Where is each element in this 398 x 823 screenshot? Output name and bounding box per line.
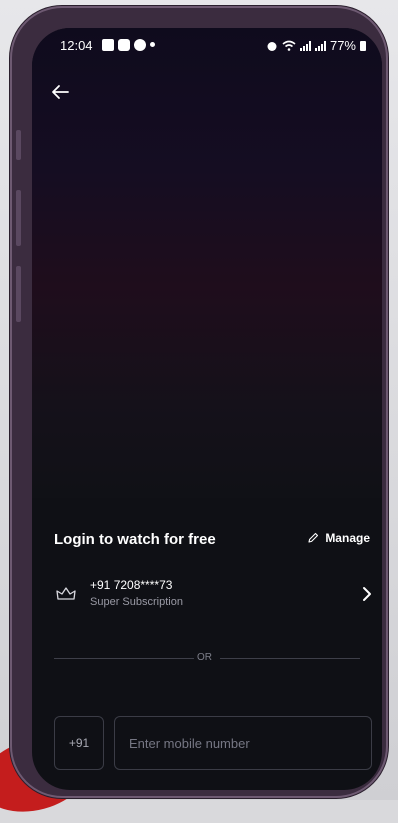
battery-icon xyxy=(360,40,366,51)
pencil-icon xyxy=(308,532,319,543)
chevron-right-icon xyxy=(363,587,371,601)
gallery-notification-icon xyxy=(102,39,114,51)
side-button xyxy=(16,266,21,322)
divider-right xyxy=(220,658,360,659)
subscription-phone: +91 7208****73 xyxy=(90,578,173,592)
subscription-plan: Super Subscription xyxy=(90,596,183,608)
signal-2-icon xyxy=(314,40,326,51)
signal-1-icon xyxy=(299,40,311,51)
hero-banner xyxy=(32,28,382,498)
wifi-icon xyxy=(282,40,296,51)
back-button[interactable] xyxy=(50,82,74,106)
crown-icon xyxy=(56,587,76,600)
or-separator: OR xyxy=(197,652,212,663)
subscription-account-row[interactable]: +91 7208****73 Super Subscription xyxy=(54,576,372,620)
mobile-number-input[interactable] xyxy=(114,716,372,770)
divider-left xyxy=(54,658,194,659)
country-code-selector[interactable]: +91 xyxy=(54,716,104,770)
phone-frame: 12:04 77% Login to watch for free Manage… xyxy=(10,6,388,798)
alarm-icon xyxy=(267,41,277,51)
status-bar: 12:04 77% xyxy=(32,28,382,64)
status-time: 12:04 xyxy=(60,38,93,53)
login-title: Login to watch for free xyxy=(54,531,216,548)
manage-button[interactable]: Manage xyxy=(307,531,370,545)
app-screen: 12:04 77% Login to watch for free Manage… xyxy=(32,28,382,790)
battery-percent: 77% xyxy=(329,38,356,53)
app-notification-icon xyxy=(118,39,130,51)
chat-notification-icon xyxy=(134,39,146,51)
side-button xyxy=(16,130,21,160)
side-button xyxy=(16,190,21,246)
arrow-left-icon xyxy=(52,85,69,99)
more-notifications-dot xyxy=(150,42,155,47)
manage-label: Manage xyxy=(325,531,370,545)
status-right: 77% xyxy=(266,38,366,53)
